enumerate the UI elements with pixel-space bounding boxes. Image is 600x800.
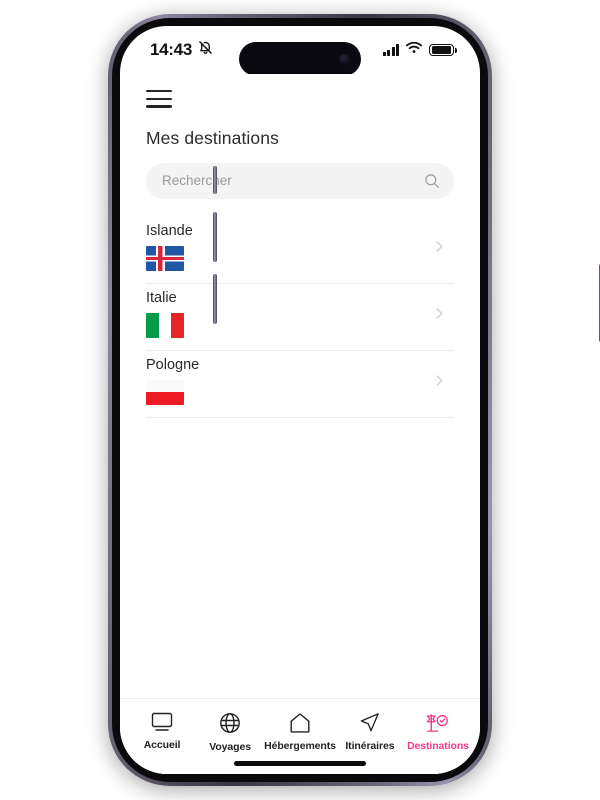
front-camera-icon <box>339 53 350 65</box>
app-content: Mes destinations Islande <box>120 74 480 774</box>
dynamic-island <box>239 42 361 76</box>
status-bar-right <box>382 41 457 59</box>
home-indicator[interactable] <box>234 761 366 766</box>
destination-name: Pologne <box>146 356 200 373</box>
tab-label: Voyages <box>209 741 251 753</box>
tab-label: Accueil <box>143 739 181 751</box>
hamburger-menu-icon[interactable] <box>146 90 172 108</box>
silent-switch-button[interactable] <box>213 166 217 194</box>
chevron-right-icon[interactable] <box>433 374 446 387</box>
status-time: 14:43 <box>150 40 192 59</box>
status-bar-left: 14:43 <box>150 40 213 60</box>
tab-hebergements[interactable]: Hébergements <box>264 711 336 752</box>
monitor-icon <box>150 711 174 733</box>
destination-info: Italie <box>146 290 184 338</box>
tab-label: Destinations <box>407 740 469 752</box>
flag-check-icon <box>425 711 450 734</box>
cellular-signal-icon <box>382 44 399 56</box>
phone-screen: 14:43 Mes destinations Rechercher Island… <box>120 26 480 774</box>
search-icon[interactable] <box>424 173 440 189</box>
flag-italy-icon <box>146 312 184 338</box>
chevron-right-icon[interactable] <box>433 307 446 320</box>
destination-info: Pologne <box>146 357 199 405</box>
tab-accueil[interactable]: Accueil <box>128 711 196 751</box>
list-item[interactable]: Islande <box>146 217 454 284</box>
destination-name: Italie <box>146 289 177 306</box>
tab-label: Hébergements <box>264 740 336 752</box>
destinations-list: Islande Italie Pologne <box>146 217 454 418</box>
search-input[interactable] <box>162 173 424 189</box>
wifi-icon <box>406 41 422 59</box>
tab-label: Itinéraires <box>345 740 395 752</box>
tab-destinations[interactable]: Destinations <box>404 711 472 752</box>
destination-name: Islande <box>146 222 193 239</box>
tab-itineraires[interactable]: Itinéraires <box>336 711 404 752</box>
tab-voyages[interactable]: Voyages <box>196 711 264 753</box>
flag-iceland-icon <box>146 245 184 271</box>
globe-icon <box>218 711 242 735</box>
volume-up-button[interactable] <box>213 212 217 262</box>
screenshot-canvas: 14:43 Mes destinations Rechercher Island… <box>0 0 600 800</box>
paper-plane-icon <box>358 711 381 734</box>
search-bar[interactable] <box>146 162 454 199</box>
house-icon <box>288 711 312 734</box>
list-item[interactable]: Pologne <box>146 351 454 418</box>
bell-slash-icon <box>198 40 213 60</box>
list-item[interactable]: Italie <box>146 284 454 351</box>
flag-poland-icon <box>146 379 184 405</box>
phone-frame: 14:43 Mes destinations Rechercher Island… <box>108 14 600 786</box>
battery-icon <box>429 43 457 57</box>
chevron-right-icon[interactable] <box>433 240 446 253</box>
destination-info: Islande <box>146 223 193 271</box>
volume-down-button[interactable] <box>213 274 217 324</box>
page-title: Mes destinations <box>146 127 279 148</box>
